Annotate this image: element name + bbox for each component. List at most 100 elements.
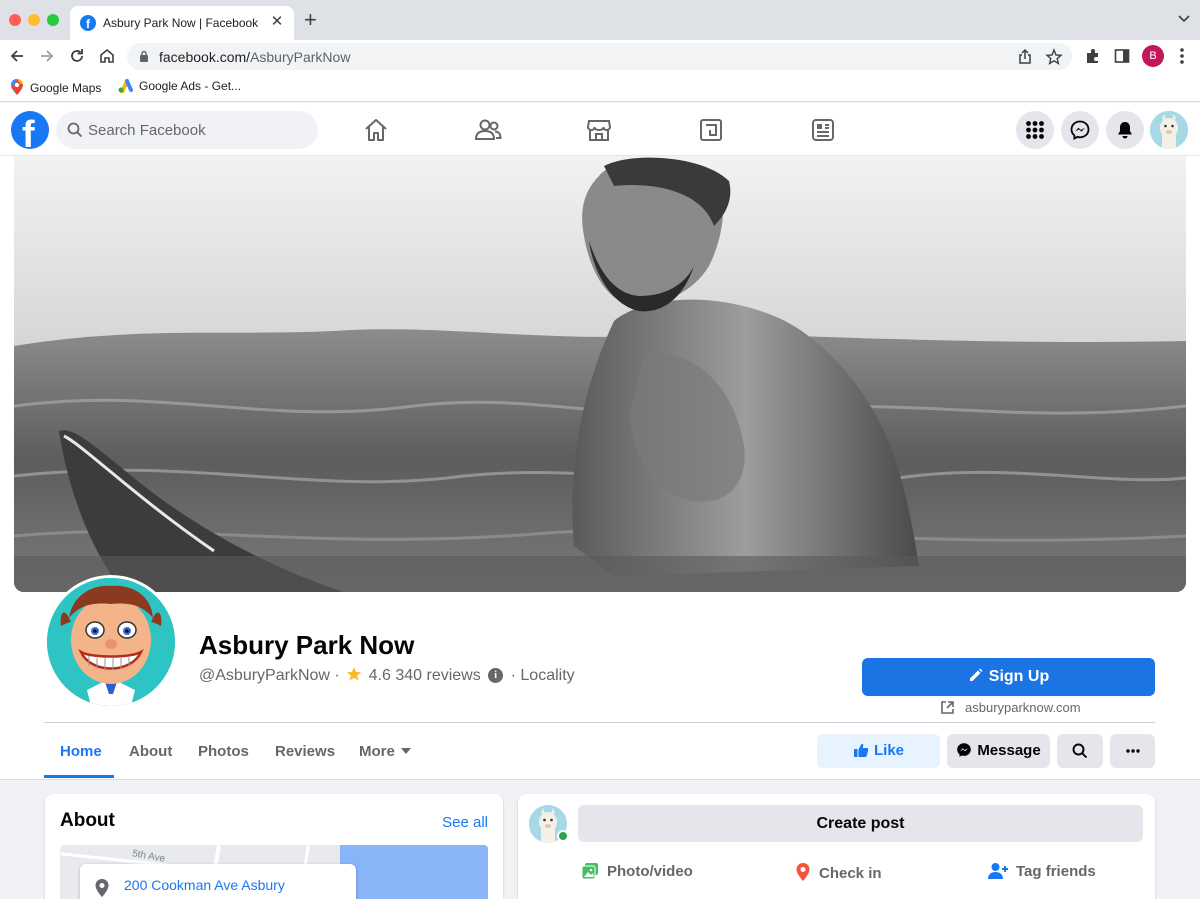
user-avatar[interactable] <box>1150 111 1188 149</box>
nav-groups-icon[interactable] <box>696 115 726 145</box>
search-input[interactable] <box>88 111 308 149</box>
tab-more[interactable]: More <box>359 743 411 760</box>
search-icon <box>1072 743 1088 759</box>
reload-icon[interactable] <box>67 46 87 66</box>
facebook-search[interactable] <box>56 111 318 149</box>
page-reviews[interactable]: 340 reviews <box>395 667 480 684</box>
window-zoom-button[interactable] <box>47 14 59 26</box>
tab-close-icon[interactable]: ✕ <box>268 13 286 31</box>
tab-more-label: More <box>359 743 395 760</box>
address-link[interactable]: 200 Cookman Ave Asbury <box>124 877 285 893</box>
nav-marketplace-icon[interactable] <box>584 115 614 145</box>
tillie-face-icon <box>47 578 175 706</box>
page-rating[interactable]: 4.6 <box>369 667 391 684</box>
messenger-icon <box>1070 120 1090 140</box>
address-bar[interactable]: facebook.com/AsburyParkNow <box>127 43 1072 70</box>
menu-grid-button[interactable] <box>1016 111 1054 149</box>
forward-arrow-icon[interactable] <box>37 46 57 66</box>
messenger-icon <box>957 743 972 757</box>
window-close-button[interactable] <box>9 14 21 26</box>
notifications-button[interactable] <box>1106 111 1144 149</box>
location-map[interactable]: 5th Ave 200 Cookman Ave Asbury <box>60 845 488 899</box>
tab-title: Asbury Park Now | Facebook <box>103 16 259 30</box>
tag-friends-button[interactable]: Tag friends <box>988 862 1096 880</box>
google-maps-pin-icon <box>11 79 23 95</box>
browser-profile-avatar[interactable]: B <box>1142 45 1164 67</box>
bookmark-google-maps[interactable]: Google Maps <box>10 79 101 95</box>
website-link[interactable]: asburyparknow.com <box>940 700 1081 715</box>
sign-up-label: Sign Up <box>988 668 1050 685</box>
bookmarks-bar: Google Maps Google Ads - Get... <box>0 72 1200 102</box>
tag-friends-label: Tag friends <box>1016 863 1096 880</box>
caret-down-icon <box>400 748 411 754</box>
page-search-button[interactable] <box>1057 734 1103 768</box>
website-url: asburyparknow.com <box>965 700 1081 715</box>
like-label: Like <box>873 742 904 759</box>
map-ocean <box>340 845 488 899</box>
menu-grid-icon <box>1026 121 1044 139</box>
check-in-pin-icon <box>796 863 810 881</box>
bookmark-star-icon[interactable] <box>1045 48 1063 66</box>
browser-toolbar: facebook.com/AsburyParkNow <box>0 40 1200 72</box>
tab-about[interactable]: About <box>129 743 172 760</box>
message-button[interactable]: Message <box>947 734 1050 768</box>
about-card: About See all 5th Ave 200 Cookman Ave As… <box>45 794 503 899</box>
see-all-link[interactable]: See all <box>442 814 488 831</box>
tag-friends-icon <box>988 863 1008 879</box>
pencil-icon <box>969 668 983 681</box>
messenger-button[interactable] <box>1061 111 1099 149</box>
page-category[interactable]: Locality <box>520 667 574 684</box>
page-profile-picture[interactable] <box>44 575 178 709</box>
about-title: About <box>60 810 115 831</box>
thumbs-up-icon <box>853 743 869 757</box>
url-text: facebook.com/AsburyParkNow <box>159 49 351 65</box>
tab-photos[interactable]: Photos <box>198 743 249 760</box>
info-icon[interactable]: i <box>488 668 504 684</box>
ellipsis-icon <box>1125 749 1140 753</box>
extensions-puzzle-icon[interactable] <box>1084 47 1102 65</box>
message-label: Message <box>977 742 1041 759</box>
share-icon[interactable] <box>1016 48 1034 66</box>
bell-icon <box>1118 122 1132 139</box>
page-meta-line: @AsburyParkNow · 4.6 340 reviews i · Loc… <box>199 666 575 685</box>
browser-tab-active[interactable]: f Asbury Park Now | Facebook ✕ <box>70 6 294 40</box>
facebook-logo-icon[interactable]: f <box>11 111 49 149</box>
bookmark-google-ads[interactable]: Google Ads - Get... <box>117 79 241 93</box>
check-in-label: Check in <box>819 865 882 882</box>
facebook-top-nav: f <box>0 103 1200 156</box>
photo-video-button[interactable]: Photo/video <box>581 862 693 880</box>
separator-dot: · <box>334 666 340 684</box>
sign-up-button[interactable]: Sign Up <box>862 658 1155 696</box>
nav-friends-icon[interactable] <box>473 115 503 145</box>
google-ads-icon <box>118 79 133 93</box>
address-box[interactable]: 200 Cookman Ave Asbury <box>80 864 356 899</box>
photo-icon <box>581 863 598 880</box>
browser-menu-kebab-icon[interactable] <box>1178 47 1186 65</box>
facebook-favicon-icon: f <box>80 15 96 31</box>
like-button[interactable]: Like <box>817 734 940 768</box>
page-name: Asbury Park Now <box>199 630 415 660</box>
location-pin-icon <box>95 879 109 897</box>
more-options-button[interactable] <box>1110 734 1155 768</box>
nav-news-icon[interactable] <box>808 115 838 145</box>
cover-photo[interactable] <box>14 156 1186 592</box>
new-tab-button[interactable]: + <box>304 9 317 31</box>
external-link-icon <box>941 701 954 714</box>
llama-avatar-icon <box>1150 111 1188 149</box>
page-handle: @AsburyParkNow <box>199 666 330 684</box>
nav-home-icon[interactable] <box>361 115 391 145</box>
create-post-card: Create post Photo/video Check in Tag fri… <box>518 794 1155 899</box>
chevron-down-icon[interactable] <box>1178 14 1190 24</box>
back-arrow-icon[interactable] <box>7 46 27 66</box>
tab-reviews[interactable]: Reviews <box>275 743 335 760</box>
online-status-dot <box>557 830 569 842</box>
window-minimize-button[interactable] <box>28 14 40 26</box>
active-tab-indicator <box>44 775 114 778</box>
home-icon[interactable] <box>97 46 117 66</box>
lock-icon[interactable] <box>139 50 149 63</box>
profile-divider <box>44 722 1155 723</box>
tab-home[interactable]: Home <box>60 743 102 760</box>
create-post-button[interactable]: Create post <box>578 805 1143 842</box>
side-panel-icon[interactable] <box>1113 47 1131 65</box>
check-in-button[interactable]: Check in <box>795 862 882 882</box>
